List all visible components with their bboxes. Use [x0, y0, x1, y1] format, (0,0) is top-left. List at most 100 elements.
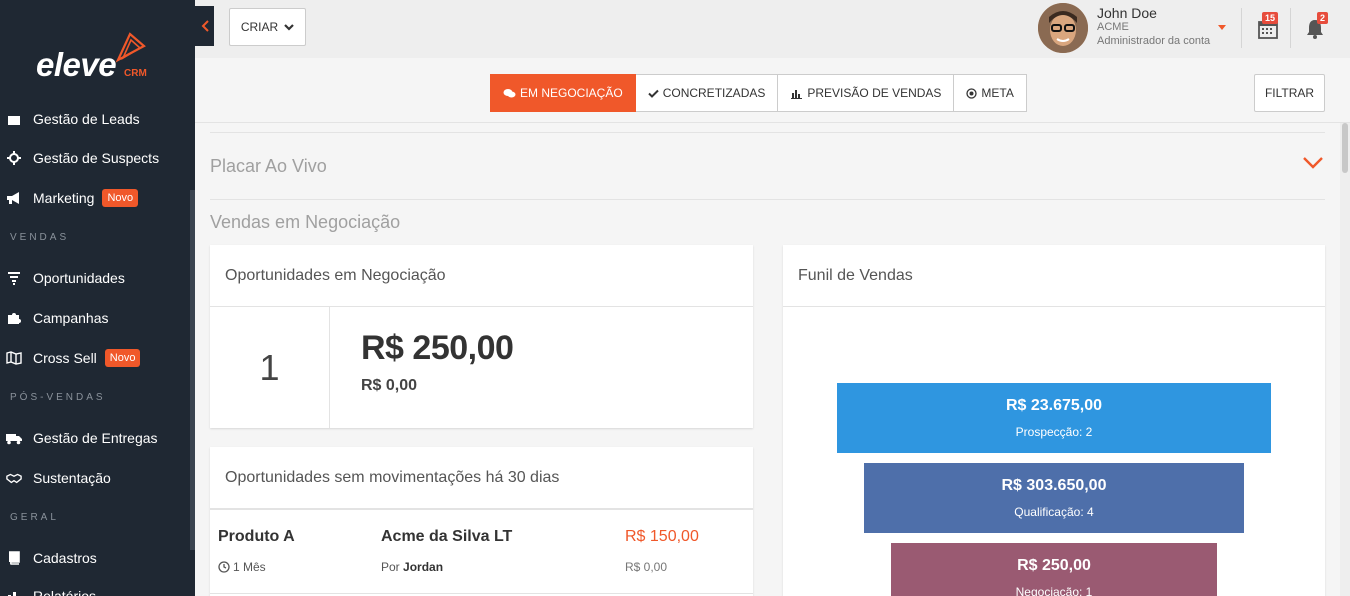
chevron-down-icon: [284, 24, 294, 31]
total-value: R$ 250,00: [361, 329, 514, 367]
tab-label: META: [981, 86, 1014, 100]
user-company: ACME: [1097, 21, 1129, 33]
avatar[interactable]: [1038, 3, 1088, 53]
sidebar-section-vendas: VENDAS: [10, 232, 70, 243]
sidebar-item-cadastros[interactable]: Cadastros: [0, 546, 190, 570]
sidebar-item-marketing[interactable]: Marketing Novo: [0, 186, 190, 210]
sidebar-item-label: Marketing: [33, 190, 95, 206]
card-title: Oportunidades em Negociação: [210, 245, 753, 307]
tab-em-negociacao[interactable]: EM NEGOCIAÇÃO: [490, 74, 636, 112]
check-icon: [647, 89, 659, 98]
sidebar-item-relatorios[interactable]: Relatórios: [0, 584, 190, 596]
chart-icon: [6, 588, 22, 596]
card-title: Oportunidades sem movimentações há 30 di…: [210, 447, 753, 510]
notification-count-badge: 2: [1317, 12, 1329, 24]
sidebar-section-geral: GERAL: [10, 512, 59, 523]
collapse-sidebar-button[interactable]: [195, 6, 214, 46]
divider: [195, 122, 1350, 123]
top-bar: CRIAR John Doe ACME Administrador da con…: [195, 0, 1350, 58]
sub-value: R$ 0,00: [361, 377, 418, 394]
sidebar-item-campanhas[interactable]: Campanhas: [0, 306, 190, 330]
criar-button[interactable]: CRIAR: [229, 8, 306, 46]
tab-concretizadas[interactable]: CONCRETIZADAS: [635, 74, 779, 112]
funil-vendas-card: Funil de Vendas R$ 23.675,00 Prospecção:…: [783, 245, 1325, 596]
negociacao-card: Oportunidades em Negociação 1 R$ 250,00 …: [210, 245, 753, 428]
logo-text: eleve: [36, 46, 117, 83]
logo[interactable]: eleve CRM: [36, 30, 166, 86]
funnel-stage-negociacao[interactable]: R$ 250,00 Negociação: 1: [891, 543, 1217, 596]
opportunity-product[interactable]: Produto A: [218, 528, 295, 546]
placar-title[interactable]: Placar Ao Vivo: [210, 156, 327, 177]
filter-icon: [6, 270, 22, 286]
filtrar-button[interactable]: FILTRAR: [1254, 74, 1325, 112]
opportunity-count: 1: [210, 307, 330, 428]
page-scrollbar[interactable]: [1340, 123, 1350, 596]
opportunity-price-secondary: R$ 0,00: [625, 560, 668, 574]
sidebar-item-label: Cross Sell: [33, 350, 97, 366]
funnel-icon: [6, 111, 22, 127]
section-title: Vendas em Negociação: [210, 212, 401, 232]
truck-icon: [6, 430, 22, 446]
sidebar-item-label: Oportunidades: [33, 270, 125, 286]
sidebar-item-label: Cadastros: [33, 550, 97, 566]
notifications-button[interactable]: 2: [1303, 12, 1329, 39]
divider: [210, 199, 1325, 200]
divider: [210, 132, 1325, 133]
divider: [1290, 8, 1291, 48]
caret-down-icon[interactable]: [1218, 25, 1226, 30]
funnel-stage-qualificacao[interactable]: R$ 303.650,00 Qualificação: 4: [864, 463, 1244, 533]
avatar-image: [1038, 3, 1088, 53]
tab-meta[interactable]: META: [954, 74, 1027, 112]
new-badge: Novo: [104, 349, 141, 367]
stage-value: R$ 23.675,00: [1005, 397, 1103, 414]
tab-group: EM NEGOCIAÇÃO CONCRETIZADAS PREVISÃO DE …: [490, 74, 1027, 112]
opportunity-company[interactable]: Acme da Silva LT: [381, 528, 512, 546]
chat-icon: [503, 88, 516, 97]
sidebar-item-label: Gestão de Suspects: [33, 150, 160, 166]
sidebar-item-label: Sustentação: [33, 470, 111, 486]
divider: [210, 593, 753, 594]
user-name[interactable]: John Doe: [1097, 5, 1157, 21]
sidebar: eleve CRM Gestão de Leads Gestão de Susp…: [0, 0, 195, 596]
stage-label: Negociação: 1: [1015, 585, 1093, 596]
stage-label: Qualificação: 4: [1014, 505, 1094, 519]
logo-mark-icon: [115, 32, 146, 63]
sidebar-item-label: Gestão de Leads: [33, 111, 140, 127]
logo-crm: CRM: [124, 68, 147, 79]
calendar-count-badge: 15: [1262, 12, 1279, 24]
main-content: EM NEGOCIAÇÃO CONCRETIZADAS PREVISÃO DE …: [195, 58, 1350, 596]
clock-icon: [218, 561, 230, 573]
tab-label: EM NEGOCIAÇÃO: [520, 86, 623, 100]
tab-previsao-vendas[interactable]: PREVISÃO DE VENDAS: [778, 74, 955, 112]
map-icon: [6, 350, 22, 366]
chevron-left-icon: [201, 20, 209, 32]
calendar-button[interactable]: 15: [1256, 12, 1280, 39]
sidebar-item-label: Relatórios: [33, 588, 97, 596]
tab-label: CONCRETIZADAS: [662, 86, 766, 100]
sidebar-item-cross-sell[interactable]: Cross Sell Novo: [0, 346, 190, 370]
sidebar-item-oportunidades[interactable]: Oportunidades: [0, 266, 190, 290]
opportunity-owner: Por Jordan: [381, 560, 443, 574]
stage-label: Prospecção: 2: [1015, 425, 1093, 439]
owner-name: Jordan: [403, 560, 444, 574]
stage-value: R$ 303.650,00: [1001, 477, 1107, 494]
opportunity-price: R$ 150,00: [625, 528, 699, 545]
sidebar-item-gestao-entregas[interactable]: Gestão de Entregas: [0, 426, 190, 450]
chevron-down-icon: [1303, 157, 1323, 169]
tab-label: PREVISÃO DE VENDAS: [807, 86, 942, 100]
sidebar-item-label: Gestão de Entregas: [33, 430, 158, 446]
crosshair-icon: [6, 150, 22, 166]
handshake-icon: [6, 470, 22, 486]
puzzle-icon: [6, 310, 22, 326]
divider: [1241, 8, 1242, 48]
sidebar-item-gestao-suspects[interactable]: Gestão de Suspects: [0, 146, 190, 170]
owner-prefix: Por: [381, 560, 400, 574]
sidebar-item-gestao-leads[interactable]: Gestão de Leads: [0, 107, 190, 131]
new-badge: Novo: [102, 189, 139, 207]
funnel-stage-prospeccao[interactable]: R$ 23.675,00 Prospecção: 2: [837, 383, 1271, 453]
target-icon: [966, 87, 978, 99]
scrollbar-thumb[interactable]: [1342, 123, 1348, 173]
sidebar-item-sustentacao[interactable]: Sustentação: [0, 466, 190, 490]
expand-placar-button[interactable]: [1302, 156, 1324, 175]
card-title: Funil de Vendas: [783, 245, 1325, 307]
